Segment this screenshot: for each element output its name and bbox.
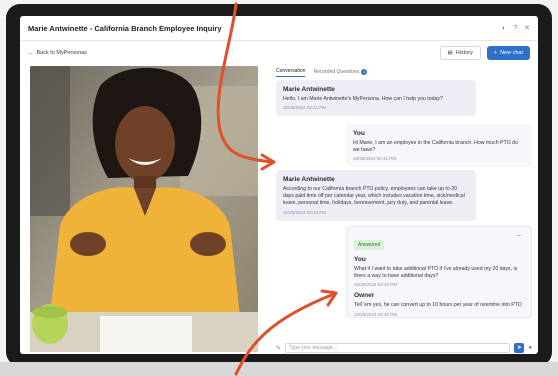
laptop-base: [0, 362, 558, 376]
recorded-count-badge: 1: [361, 69, 368, 75]
message-author: Marie Antwinette: [283, 176, 335, 183]
answer-author: Owner: [354, 292, 375, 300]
history-icon: ▤: [447, 50, 453, 56]
plus-icon: +: [493, 50, 498, 56]
chat-tabs: Conversation Recorded Questions 1: [276, 66, 368, 78]
persona-video: [30, 66, 258, 352]
mic-icon[interactable]: ●: [528, 345, 532, 351]
answered-question-card: Answered − You What if I want to take ad…: [346, 226, 532, 318]
tab-recorded-questions[interactable]: Recorded Questions 1: [313, 69, 368, 75]
collapse-icon[interactable]: −: [517, 233, 521, 240]
message-bubble: You Hi Marie, I am an employee in the Ca…: [346, 124, 532, 168]
help-icon[interactable]: ?: [513, 25, 517, 32]
message-bubble: Marie Antwinette Hello, I am Marie Antwi…: [276, 80, 476, 117]
message-author: You: [353, 130, 365, 137]
chat-thread: Marie Antwinette Hello, I am Marie Antwi…: [276, 80, 538, 342]
message-time: 10/25/2024 02:41 PM: [283, 105, 327, 111]
window-title: Marie Antwinette - California Branch Emp…: [28, 23, 222, 33]
history-label: History: [455, 50, 473, 56]
persona-photo: [30, 66, 258, 352]
question-author: You: [354, 256, 366, 263]
tab-recorded-questions-label: Recorded Questions: [313, 69, 360, 75]
answer-time: 10/25/2024 02:46 PM: [354, 311, 398, 317]
toolbar-actions: ▤ History + New chat: [439, 46, 530, 60]
new-chat-label: New chat: [500, 50, 523, 56]
question-text: What if I want to take additional PTO if…: [354, 266, 518, 280]
app-window: Marie Antwinette - California Branch Emp…: [20, 16, 538, 354]
message-text: Hello, I am Marie Antwinette's MyPersona…: [283, 96, 443, 102]
back-label: Back to MyPersonas: [36, 50, 87, 56]
message-text: Hi Marie, I am an employee in the Califo…: [353, 140, 518, 154]
history-button[interactable]: ▤ History: [439, 46, 481, 60]
tab-conversation[interactable]: Conversation: [276, 67, 306, 77]
close-icon[interactable]: ✕: [524, 24, 530, 32]
send-button[interactable]: ➤: [514, 343, 525, 353]
message-input[interactable]: Type your message...: [285, 343, 511, 353]
message-bubble: Marie Antwinette According to our Califo…: [276, 170, 476, 221]
settings-icon[interactable]: ◐: [502, 25, 506, 32]
attach-icon[interactable]: ✎: [276, 345, 281, 352]
answer-text: Tell 'em yes, he can convert up to 10 ho…: [354, 302, 522, 309]
window-controls: ◐ ? ✕: [502, 24, 530, 33]
back-link[interactable]: ← Back to MyPersonas: [28, 50, 87, 56]
message-composer: ✎ Type your message... ➤ ●: [276, 342, 538, 354]
question-time: 10/25/2024 02:45 PM: [354, 282, 398, 288]
message-author: Marie Antwinette: [283, 86, 335, 93]
answered-badge: Answered: [354, 240, 385, 250]
sub-toolbar: ← Back to MyPersonas ▤ History + New cha…: [20, 42, 538, 64]
laptop-frame: Marie Antwinette - California Branch Emp…: [6, 4, 552, 366]
title-bar: Marie Antwinette - California Branch Emp…: [20, 16, 538, 41]
message-text: According to our California branch PTO p…: [283, 186, 465, 207]
message-time: 10/25/2024 02:41 PM: [353, 156, 397, 162]
new-chat-button[interactable]: + New chat: [486, 46, 530, 60]
tab-conversation-label: Conversation: [276, 67, 306, 74]
message-time: 10/25/2024 02:43 PM: [283, 209, 327, 215]
arrow-left-icon: ←: [28, 50, 34, 56]
